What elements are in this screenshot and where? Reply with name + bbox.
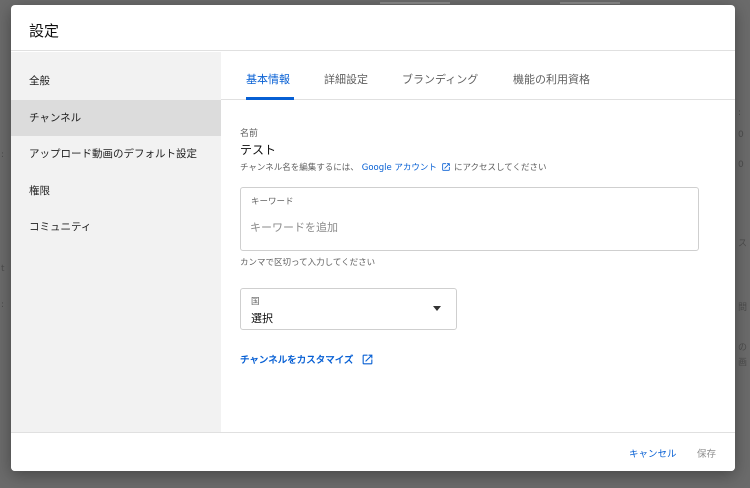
tab-advanced-settings[interactable]: 詳細設定 [324,52,368,100]
background-fragment: ス [738,239,748,249]
caret-down-icon [433,306,441,311]
active-tab-indicator [246,97,294,100]
sidebar-item-general[interactable]: 全般 [11,63,221,99]
background-fragment: t [1,264,5,274]
background-fragment [560,2,620,4]
tab-bar: 基本情報 詳細設定 ブランディング 機能の利用資格 [221,52,735,100]
country-label: 国 [251,297,260,307]
sidebar-item-upload-defaults[interactable]: アップロード動画のデフォルト設定 [11,136,221,172]
open-in-new-icon [363,354,373,364]
name-help-prefix: チャンネル名を編集するには、 [240,163,359,173]
name-help-suffix: にアクセスしてください [453,163,547,173]
google-account-link-label: Google アカウント [361,163,437,173]
cancel-button[interactable]: キャンセル [629,446,677,460]
background-fragment: 0 [738,130,744,140]
name-label: 名前 [240,129,259,139]
keywords-input[interactable] [250,216,690,238]
sidebar-item-channel[interactable]: チャンネル [11,100,221,136]
customize-channel-link[interactable]: チャンネルをカスタマイズ [240,352,374,366]
background-fragment: 0 [738,160,744,170]
tab-branding[interactable]: ブランディング [402,52,478,100]
dialog-header: 設定 [11,5,735,51]
sidebar-item-community[interactable]: コミュニティ [11,209,221,245]
tab-basic-info[interactable]: 基本情報 [246,52,290,100]
keywords-label: キーワード [251,197,294,207]
settings-sidebar: 全般 チャンネル アップロード動画のデフォルト設定 権限 コミュニティ [11,52,221,432]
background-fragment: の [738,343,748,353]
settings-dialog: 設定 全般 チャンネル アップロード動画のデフォルト設定 権限 コミュニティ 基… [11,5,735,471]
background-fragment: : [738,108,742,118]
keywords-help-text: カンマで区切って入力してください [240,258,376,268]
country-select[interactable]: 国 選択 [240,288,457,330]
name-help-text: チャンネル名を編集するには、 Google アカウント にアクセスしてください [240,161,547,173]
customize-channel-label: チャンネルをカスタマイズ [240,355,354,366]
channel-name-value: テスト [240,143,277,157]
dialog-footer: キャンセル 保存 [11,432,735,471]
background-fragment: 問 [738,303,748,313]
background-fragment [380,2,450,4]
dialog-title: 設定 [29,22,60,40]
open-in-new-icon [442,163,450,171]
country-selected-value: 選択 [251,312,273,325]
background-fragment: 画 [738,358,748,368]
background-fragment: : [1,150,5,160]
save-button[interactable]: 保存 [697,446,716,460]
keywords-field[interactable]: キーワード [240,187,699,251]
sidebar-item-permissions[interactable]: 権限 [11,173,221,209]
google-account-link[interactable]: Google アカウント [362,161,451,173]
background-fragment: : [1,300,5,310]
channel-settings-panel: 基本情報 詳細設定 ブランディング 機能の利用資格 名前 テスト チャンネル名を… [221,52,735,432]
tab-feature-eligibility[interactable]: 機能の利用資格 [513,52,590,100]
